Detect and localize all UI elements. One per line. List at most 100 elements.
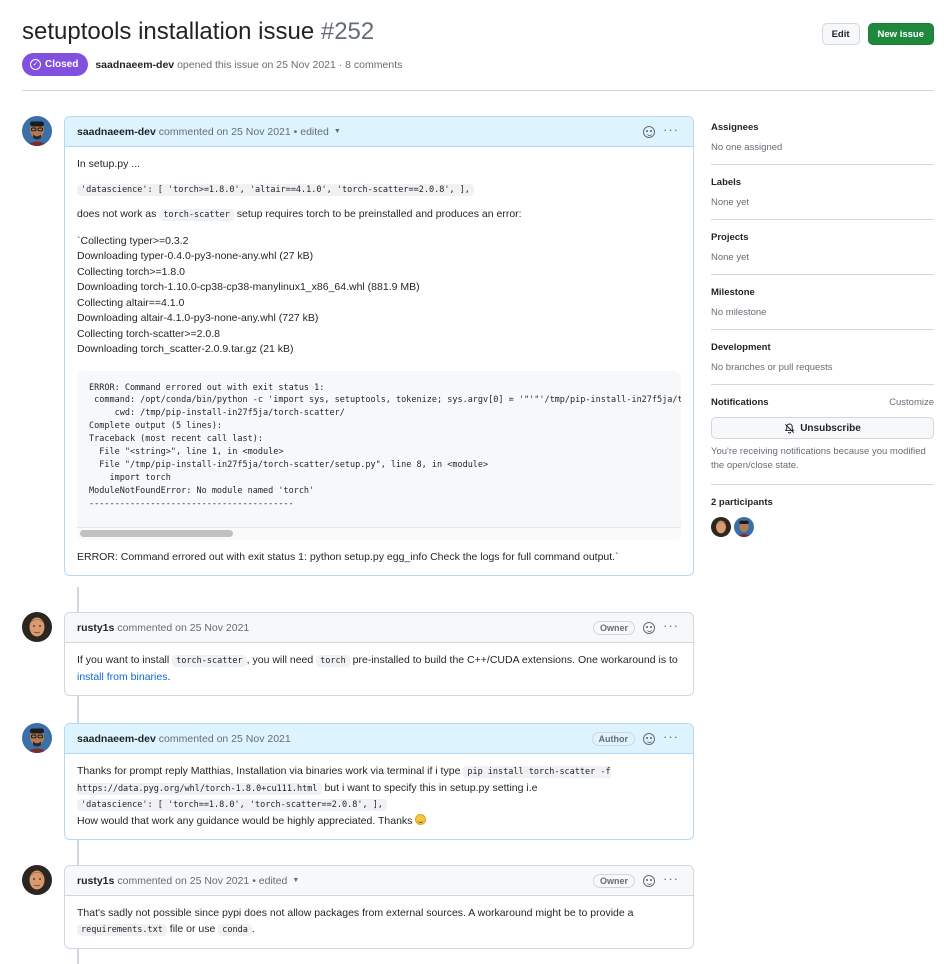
avatar-image: [734, 517, 754, 537]
text-run: .: [167, 670, 171, 683]
labels-heading[interactable]: Labels: [711, 177, 934, 188]
assignees-value: No one assigned: [711, 142, 783, 153]
text-run: That's sadly not possible since pypi doe…: [77, 907, 634, 919]
comment-card: saadnaeem-dev commented on 25 Nov 2021 A…: [64, 723, 694, 840]
avatar[interactable]: [22, 612, 52, 642]
log-line: Downloading altair-4.1.0-py3-none-any.wh…: [77, 312, 319, 324]
text-run: does not work as: [77, 208, 160, 220]
add-reaction-icon[interactable]: [643, 126, 655, 138]
assignees-section: Assignees No one assigned: [711, 122, 934, 165]
chevron-down-icon[interactable]: ▼: [334, 128, 341, 135]
labels-value: None yet: [711, 197, 750, 208]
comment-card: rusty1s commented on 25 Nov 2021 • edite…: [64, 865, 694, 949]
comment-body: That's sadly not possible since pypi doe…: [65, 896, 693, 948]
avatar[interactable]: [22, 865, 52, 895]
log-line: Collecting torch-scatter>=2.0.8: [77, 327, 220, 340]
inline-code: torch-scatter: [172, 655, 247, 667]
issue-author-link[interactable]: saadnaeem-dev: [95, 59, 174, 71]
participant-avatar[interactable]: [711, 517, 731, 537]
comment-paragraph: In setup.py ...: [77, 158, 141, 170]
avatar[interactable]: [22, 723, 52, 753]
text-run: .: [251, 922, 255, 935]
add-reaction-icon[interactable]: [643, 733, 655, 745]
comment-tools: Owner ···: [592, 866, 679, 896]
log-line: `Collecting typer>=0.3.2: [77, 234, 189, 247]
development-section: Development No branches or pull requests: [711, 342, 934, 385]
avatar[interactable]: [22, 116, 52, 146]
inline-code: conda: [218, 923, 252, 936]
comment-meta[interactable]: commented on 25 Nov 2021: [159, 733, 291, 745]
install-from-binaries-link[interactable]: install from binaries: [77, 671, 167, 683]
avatar-image: [22, 612, 52, 642]
bell-slash-icon: [785, 423, 795, 433]
projects-section: Projects None yet: [711, 232, 934, 275]
issue-title-text: setuptools installation issue: [22, 18, 315, 45]
inline-code: 'datascience': [ 'torch==1.8.0', 'torch-…: [77, 799, 387, 811]
log-line: Downloading typer-0.4.0-py3-none-any.whl…: [77, 250, 314, 262]
inline-code: 'datascience': [ 'torch>=1.8.0', 'altair…: [77, 183, 474, 196]
avatar-image: [22, 116, 52, 146]
comment-tools: ···: [643, 117, 679, 147]
comment-author-link[interactable]: rusty1s: [77, 622, 114, 634]
comment-card: rusty1s commented on 25 Nov 2021 Owner ·…: [64, 612, 694, 696]
participant-avatar[interactable]: [734, 517, 754, 537]
development-value: No branches or pull requests: [711, 362, 833, 373]
text-run: file or use: [166, 922, 219, 935]
comment-meta[interactable]: commented on 25 Nov 2021 • edited: [159, 126, 329, 138]
issue-byline: saadnaeem-dev opened this issue on 25 No…: [95, 59, 402, 71]
comment-meta[interactable]: commented on 25 Nov 2021 • edited: [117, 875, 287, 887]
milestone-heading[interactable]: Milestone: [711, 287, 934, 298]
avatar-image: [711, 517, 731, 537]
assignees-heading[interactable]: Assignees: [711, 122, 934, 133]
author-badge: Author: [591, 732, 635, 746]
comment-author-link[interactable]: saadnaeem-dev: [77, 126, 156, 138]
more-options-icon[interactable]: ···: [663, 123, 679, 136]
more-options-icon[interactable]: ···: [663, 730, 679, 743]
projects-heading[interactable]: Projects: [711, 232, 934, 243]
add-reaction-icon[interactable]: [643, 875, 655, 887]
issue-meta: ✓ Closed saadnaeem-dev opened this issue…: [22, 53, 402, 76]
state-label: Closed: [45, 59, 79, 70]
log-line: Collecting altair==4.1.0: [77, 296, 185, 309]
code-block-text: ERROR: Command errored out with exit sta…: [89, 382, 681, 509]
smile-emoji-icon: [415, 813, 427, 825]
text-run: If you want to install: [77, 654, 173, 666]
participants-list: [711, 517, 934, 537]
comment-paragraph: If you want to install torch-scatter, yo…: [77, 653, 681, 685]
comment-paragraph: 'datascience': [ 'torch>=1.8.0', 'altair…: [77, 182, 681, 199]
unsubscribe-button[interactable]: Unsubscribe: [711, 417, 934, 439]
comment-meta[interactable]: commented on 25 Nov 2021: [117, 622, 249, 634]
chevron-down-icon[interactable]: ▼: [292, 877, 299, 884]
issue-opened-text: opened this issue on 25 Nov 2021 · 8 com…: [177, 58, 403, 71]
horizontal-scrollbar-track[interactable]: [77, 526, 681, 540]
text-run: , you will need: [246, 654, 317, 666]
comment-card: saadnaeem-dev commented on 25 Nov 2021 •…: [64, 116, 694, 576]
comment-author-link[interactable]: rusty1s: [77, 875, 114, 887]
avatar-image: [22, 865, 52, 895]
owner-badge: Owner: [592, 621, 635, 635]
edit-button[interactable]: Edit: [821, 23, 860, 45]
text-run: but i want to specify this in setup.py s…: [321, 781, 538, 794]
comment-tools: Owner ···: [592, 613, 679, 643]
issue-title: setuptools installation issue #252: [22, 18, 374, 46]
comment-paragraph: ERROR: Command errored out with exit sta…: [77, 550, 619, 563]
comment-header: rusty1s commented on 25 Nov 2021 • edite…: [65, 866, 693, 896]
comment-header: rusty1s commented on 25 Nov 2021 Owner ·…: [65, 613, 693, 643]
code-block: ERROR: Command errored out with exit sta…: [77, 370, 681, 540]
more-options-icon[interactable]: ···: [663, 872, 679, 885]
comment-tools: Author ···: [591, 724, 680, 754]
development-heading[interactable]: Development: [711, 342, 934, 353]
check-circle-icon: ✓: [30, 59, 41, 70]
comment-header: saadnaeem-dev commented on 25 Nov 2021 A…: [65, 724, 693, 754]
more-options-icon[interactable]: ···: [663, 619, 679, 632]
new-issue-button[interactable]: New issue: [867, 23, 934, 45]
log-line: Downloading torch-1.10.0-cp38-cp38-manyl…: [77, 281, 420, 293]
horizontal-scrollbar[interactable]: [80, 529, 233, 537]
add-reaction-icon[interactable]: [643, 622, 655, 634]
text-run: setup requires torch to be preinstalled …: [233, 208, 522, 220]
inline-code: torch-scatter: [159, 209, 234, 221]
customize-link[interactable]: Customize: [889, 397, 934, 408]
comment-paragraph: Thanks for prompt reply Matthias, Instal…: [77, 764, 681, 829]
comment-author-link[interactable]: saadnaeem-dev: [77, 733, 156, 745]
inline-code: requirements.txt: [77, 923, 167, 936]
